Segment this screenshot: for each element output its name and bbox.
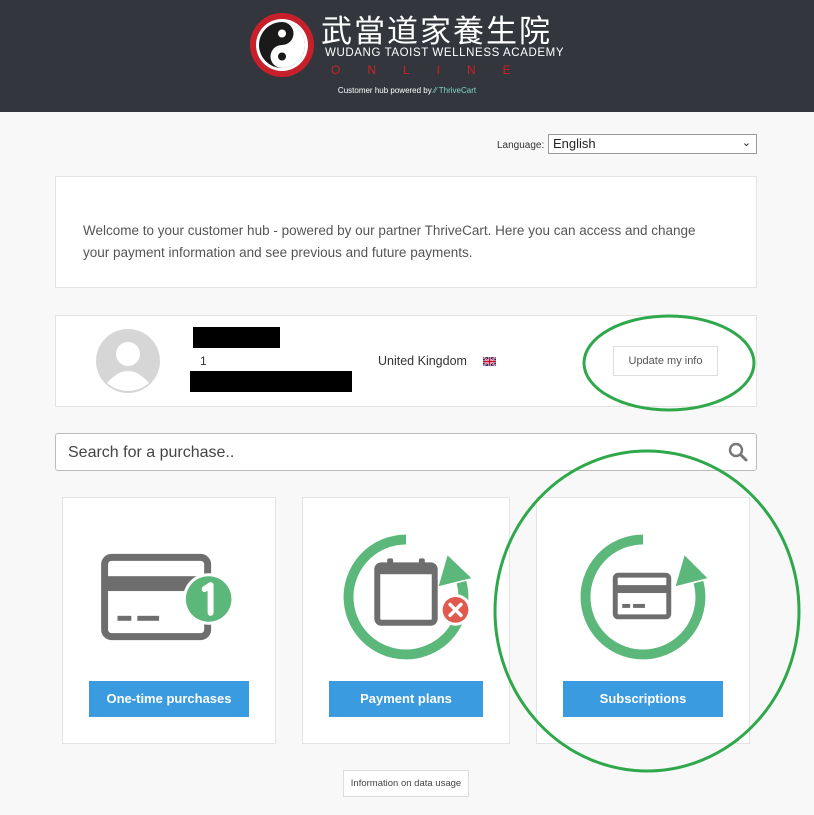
calendar-cancel-icon <box>343 534 472 660</box>
profile-detail: 1 <box>200 354 207 368</box>
subscriptions-tile[interactable]: Subscriptions <box>536 497 750 744</box>
one-time-purchases-tile[interactable]: One-time purchases <box>62 497 276 744</box>
search-icon[interactable] <box>728 442 748 462</box>
logo-online-text: ONLINE <box>331 63 538 77</box>
country-text: United Kingdom <box>378 354 467 368</box>
chevron-down-icon: ⌄ <box>741 137 751 149</box>
language-label: Language: <box>497 140 545 151</box>
redacted-email <box>190 371 352 392</box>
academy-logo[interactable]: 武當道家養生院 WUDANG TAOIST WELLNESS ACADEMY O… <box>249 10 564 78</box>
search-input[interactable] <box>66 434 720 472</box>
one-time-purchases-button[interactable]: One-time purchases <box>89 681 249 717</box>
payment-plans-tile[interactable]: Payment plans <box>302 497 510 744</box>
uk-flag-icon <box>483 357 496 366</box>
language-selected-value: English <box>553 136 596 151</box>
subscriptions-button[interactable]: Subscriptions <box>563 681 723 717</box>
search-bar[interactable] <box>55 433 757 472</box>
redacted-name <box>193 327 280 348</box>
thrivecart-brand: ThriveCart <box>438 86 477 95</box>
language-select[interactable]: English ⌄ <box>548 134 757 154</box>
payment-plans-button[interactable]: Payment plans <box>329 681 483 717</box>
yin-yang-seal-icon <box>250 13 314 77</box>
profile-card: 1 United Kingdom Update my info <box>55 315 757 407</box>
avatar-icon <box>96 329 160 393</box>
data-usage-link[interactable]: Information on data usage <box>343 770 469 797</box>
update-my-info-button[interactable]: Update my info <box>613 346 718 376</box>
welcome-text: Welcome to your customer hub - powered b… <box>83 223 696 260</box>
welcome-card: Welcome to your customer hub - powered b… <box>55 176 757 288</box>
header-bar: 武當道家養生院 WUDANG TAOIST WELLNESS ACADEMY O… <box>0 0 814 112</box>
card-one-icon <box>101 553 235 641</box>
logo-english-text: WUDANG TAOIST WELLNESS ACADEMY <box>325 47 565 59</box>
powered-prefix: Customer hub powered by <box>337 86 432 95</box>
powered-by-text: Customer hub powered by ⁄⁄ ThriveCart <box>0 86 814 95</box>
thrivecart-icon: ⁄⁄ <box>433 86 437 95</box>
card-refresh-icon <box>580 534 708 660</box>
logo-chinese-text: 武當道家養生院 <box>321 14 552 50</box>
